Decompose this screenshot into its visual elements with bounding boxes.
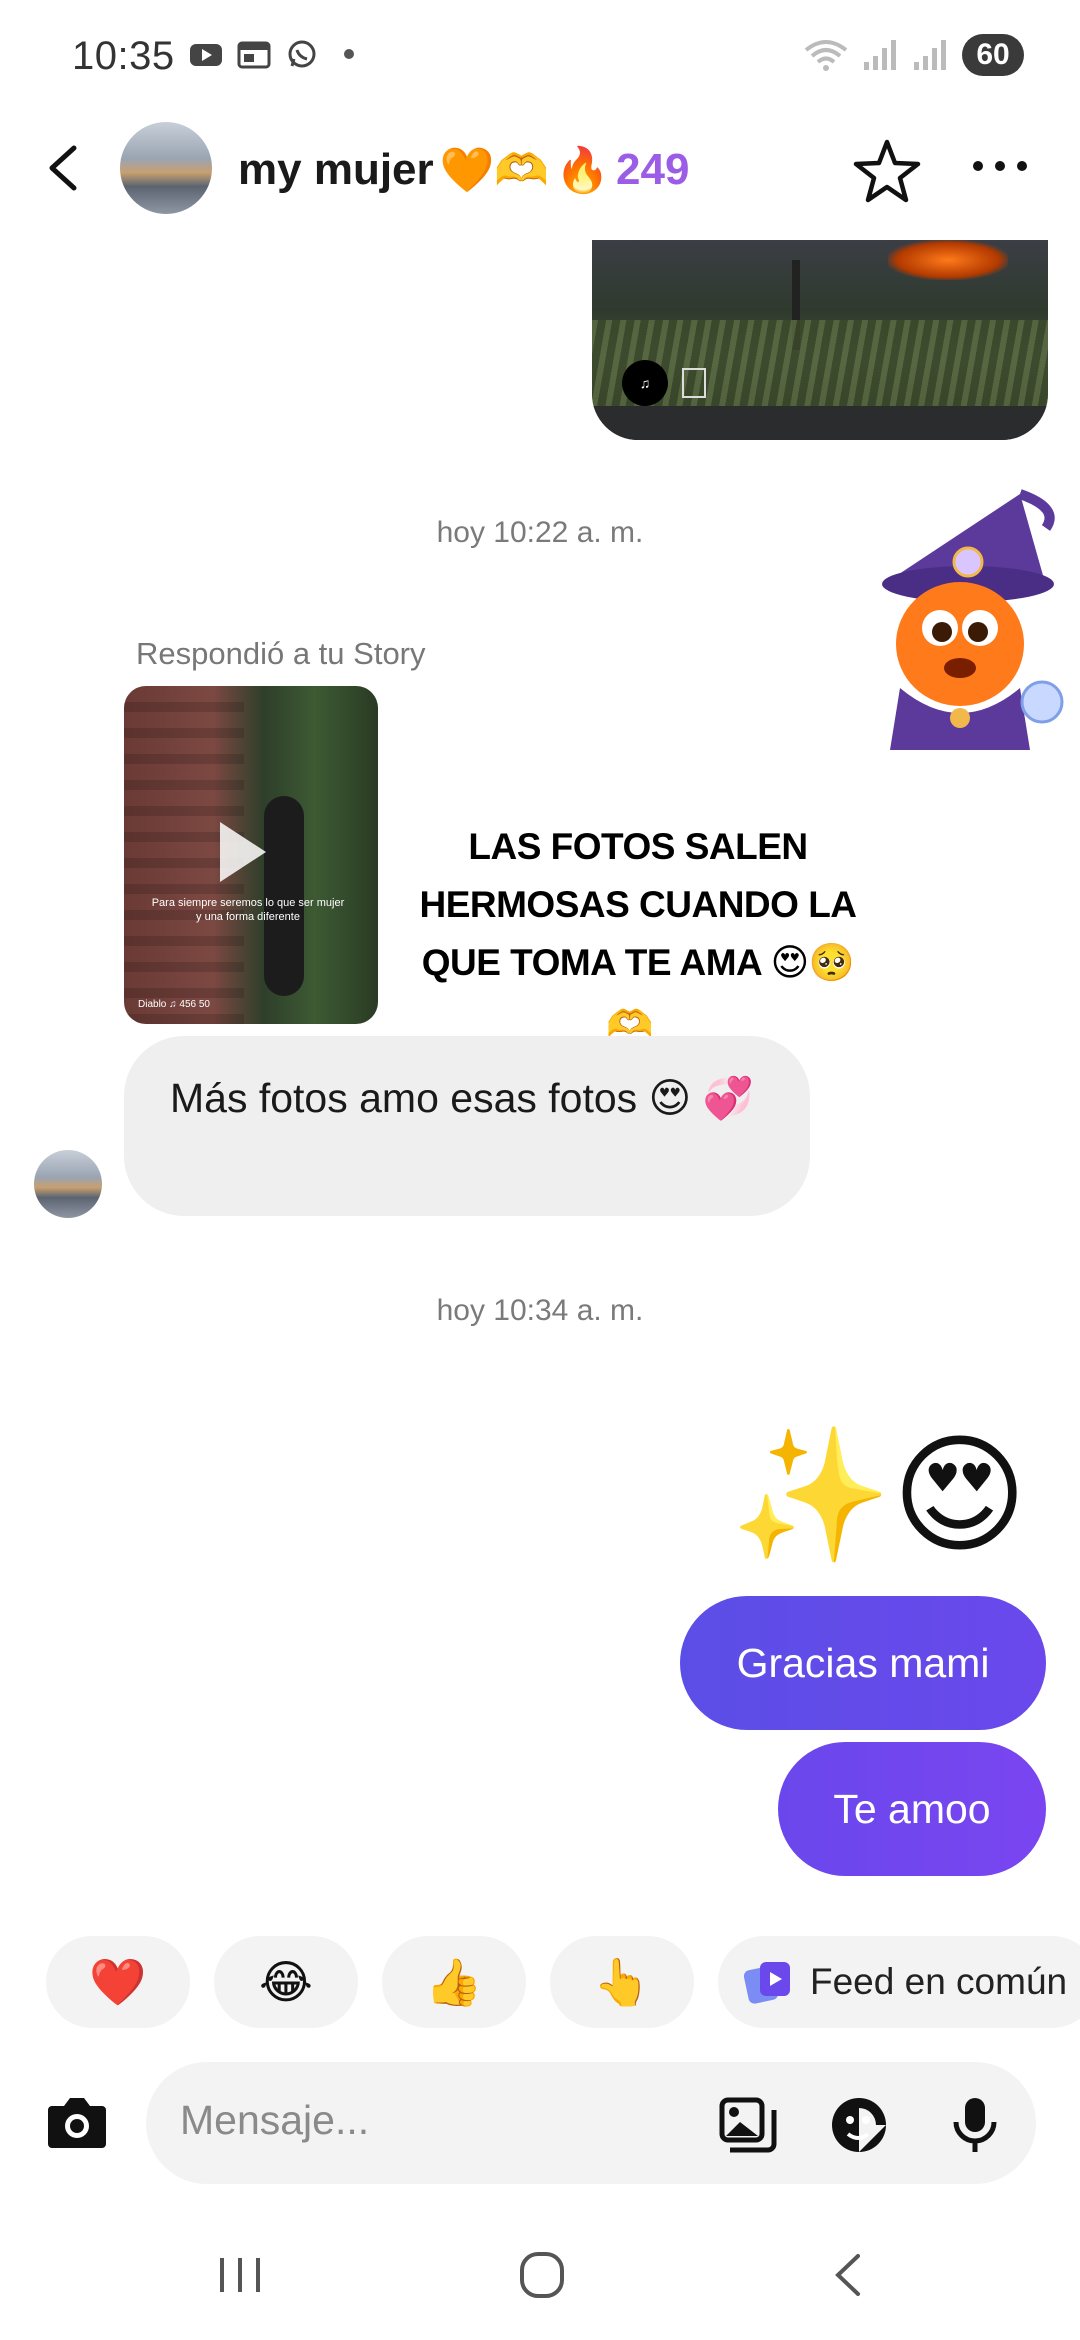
status-time: 10:35 (72, 34, 175, 78)
calendar-icon (237, 41, 271, 69)
system-navigation-bar (0, 2200, 1080, 2340)
notification-icons (188, 38, 354, 70)
outgoing-message-bubble[interactable]: Te amoo (778, 1742, 1046, 1876)
audio-icon[interactable]: ♫ (622, 360, 668, 406)
sent-video-message[interactable]: ♫ (592, 240, 1048, 440)
name-emojis: 🧡🫶 (439, 146, 550, 195)
timestamp: hoy 10:34 a. m. (436, 1294, 644, 1327)
sender-avatar[interactable] (34, 1150, 102, 1218)
star-icon[interactable] (852, 138, 922, 204)
system-indicators: 60 (804, 34, 1024, 76)
sticker-icon[interactable] (828, 2094, 890, 2156)
contact-avatar[interactable] (120, 122, 212, 214)
story-overlay-text: LAS FOTOS SALEN HERMOSAS CUANDO LA QUE T… (388, 818, 888, 1046)
story-thumbnail[interactable]: Para siempre seremos lo que ser mujer y … (124, 686, 378, 1024)
signal-icon (864, 40, 896, 70)
microphone-icon[interactable] (944, 2094, 1006, 2156)
more-notifications-dot (344, 49, 354, 59)
message-input[interactable] (180, 2090, 680, 2150)
nav-back-icon[interactable] (818, 2250, 878, 2300)
video-content (888, 240, 1008, 280)
quick-reaction-heart[interactable]: ❤️ (46, 1936, 190, 2028)
feed-icon (743, 1962, 790, 2004)
status-bar: 10:35 60 (0, 0, 1080, 110)
camera-icon[interactable] (44, 2090, 110, 2152)
battery-indicator: 60 (962, 34, 1024, 76)
contact-name: my mujer (238, 145, 434, 194)
story-meta: Diablo ♫ 456 50 (138, 999, 210, 1010)
chat-header: my mujer 🧡🫶 🔥 249 (0, 110, 1080, 225)
quick-reactions-bar: ❤️ 😂 👍 👆 Feed en común (46, 1936, 1080, 2028)
recent-apps-icon[interactable] (210, 2250, 270, 2300)
feed-label: Feed en común (810, 1961, 1068, 2002)
home-icon[interactable] (512, 2250, 572, 2300)
back-arrow-icon[interactable] (40, 140, 90, 196)
replied-to-story-label: Respondió a tu Story (136, 636, 426, 671)
mute-icon[interactable] (682, 368, 706, 398)
streak-fire-icon: 🔥 (555, 146, 611, 195)
quick-reaction-point-up[interactable]: 👆 (550, 1936, 694, 2028)
whatsapp-icon (288, 40, 316, 68)
streak-count: 249 (616, 145, 690, 194)
story-caption: Para siempre seremos lo que ser mujer y … (151, 897, 345, 923)
contact-title[interactable]: my mujer 🧡🫶 🔥 249 (238, 144, 689, 196)
big-emoji-message[interactable]: ✨😍 (730, 1420, 1027, 1570)
quick-reaction-laugh[interactable]: 😂 (214, 1936, 358, 2028)
signal-icon-2 (914, 40, 946, 70)
more-options-icon[interactable] (970, 156, 1030, 176)
message-composer (0, 2058, 1080, 2184)
gallery-icon[interactable] (718, 2094, 780, 2156)
quick-reaction-thumbs-up[interactable]: 👍 (382, 1936, 526, 2028)
incoming-message-bubble[interactable]: Más fotos amo esas fotos 😍 💞 (124, 1036, 810, 1216)
story-text: LAS FOTOS SALEN HERMOSAS CUANDO LA QUE T… (419, 826, 857, 983)
feed-in-common-button[interactable]: Feed en común (718, 1936, 1080, 2028)
outgoing-message-bubble[interactable]: Gracias mami (680, 1596, 1046, 1730)
wizard-sticker[interactable] (870, 488, 1066, 758)
play-icon[interactable] (220, 822, 266, 882)
youtube-icon (190, 44, 222, 66)
video-road (592, 406, 1048, 440)
wifi-icon (804, 40, 848, 71)
